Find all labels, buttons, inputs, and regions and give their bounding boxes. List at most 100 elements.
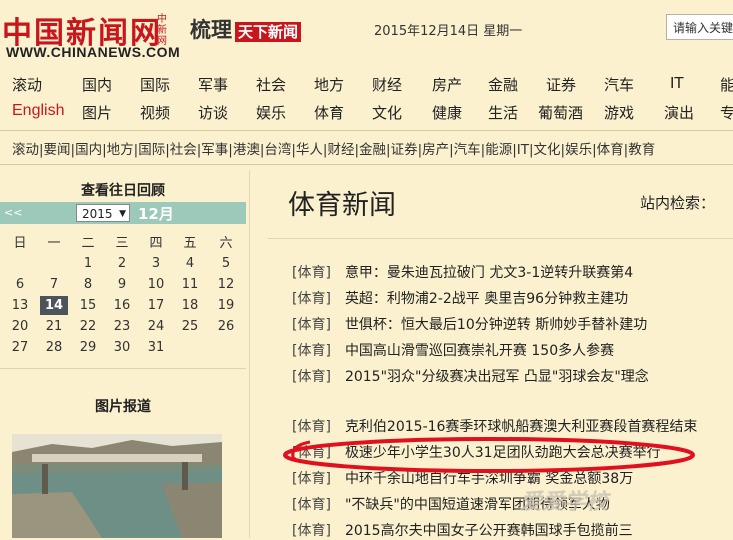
calendar-day[interactable]: 28 [40, 340, 68, 355]
news-photo[interactable] [12, 434, 222, 538]
calendar-day[interactable]: 2 [108, 256, 136, 271]
news-category-tag[interactable]: [体育] [292, 419, 331, 435]
chevron-down-icon: ▼ [119, 209, 126, 219]
news-item[interactable]: [体育] 克利伯2015-16赛季环球帆船赛澳大利亚赛段首赛程结束 [292, 416, 697, 436]
nav-item-9[interactable]: 葡萄酒 [538, 102, 583, 123]
nav-item-4[interactable]: 娱乐 [256, 102, 286, 123]
calendar-month: 12月 [138, 205, 174, 223]
calendar-day[interactable]: 6 [6, 277, 34, 292]
photo-section-title: 图片报道 [95, 399, 151, 415]
logo-side-text: 中新网 [157, 14, 167, 47]
nav-item-4[interactable]: 社会 [256, 74, 286, 95]
nav-item-10[interactable]: 游戏 [604, 102, 634, 123]
nav-item-2[interactable]: 视频 [140, 102, 170, 123]
nav-item-6[interactable]: 财经 [372, 74, 402, 95]
calendar-day[interactable]: 24 [142, 319, 170, 334]
calendar-day[interactable]: 29 [74, 340, 102, 355]
channel-subnav[interactable]: 滚动|要闻|国内|地方|国际|社会|军事|港澳|台湾|华人|财经|金融|证券|房… [12, 138, 655, 158]
calendar-day[interactable]: 1 [74, 256, 102, 271]
nav-item-11[interactable]: IT [670, 74, 684, 92]
nav-item-0[interactable]: English [12, 102, 64, 120]
calendar-prev-button[interactable]: << [4, 206, 22, 219]
calendar-day[interactable]: 11 [176, 277, 204, 292]
page-title: 体育新闻 [288, 190, 396, 221]
calendar-day[interactable]: 23 [108, 319, 136, 334]
news-headline-link[interactable]: 2015"羽众"分级赛决出冠军 凸显"羽球会友"理念 [345, 369, 649, 385]
nav-item-1[interactable]: 国内 [82, 74, 112, 95]
nav-item-8[interactable]: 金融 [488, 74, 518, 95]
nav-item-11[interactable]: 演出 [664, 102, 694, 123]
news-item[interactable]: [体育] 2015"羽众"分级赛决出冠军 凸显"羽球会友"理念 [292, 366, 649, 386]
calendar-day[interactable]: 30 [108, 340, 136, 355]
nav-item-0[interactable]: 滚动 [12, 74, 42, 95]
calendar-day[interactable]: 27 [6, 340, 34, 355]
calendar-day[interactable]: 19 [212, 298, 240, 313]
calendar-day[interactable]: 9 [108, 277, 136, 292]
nav-item-12[interactable]: 能 [720, 74, 733, 95]
news-category-tag[interactable]: [体育] [292, 291, 331, 307]
nav-item-7[interactable]: 房产 [432, 74, 462, 95]
calendar-day[interactable]: 16 [108, 298, 136, 313]
nav-item-10[interactable]: 汽车 [604, 74, 634, 95]
watermark: 爱爱学校 [520, 490, 609, 515]
news-headline-link[interactable]: 意甲：曼朱迪瓦拉破门 尤文3-1逆转升联赛第4 [345, 265, 633, 281]
calendar-day[interactable]: 20 [6, 319, 34, 334]
news-headline-link[interactable]: 英超：利物浦2-2战平 奥里吉96分钟救主建功 [345, 291, 628, 307]
nav-item-8[interactable]: 生活 [488, 102, 518, 123]
slogan-main: 梳理 [190, 17, 232, 42]
site-logo[interactable]: 中国新闻网 中新网 WWW.CHINANEWS.COM [0, 2, 180, 62]
year-select[interactable]: 2015 ▼ [76, 204, 130, 222]
nav-item-9[interactable]: 证券 [546, 74, 576, 95]
divider [0, 368, 246, 369]
nav-item-2[interactable]: 国际 [140, 74, 170, 95]
calendar-day[interactable]: 17 [142, 298, 170, 313]
calendar-day[interactable]: 31 [142, 340, 170, 355]
news-item[interactable]: [体育] 英超：利物浦2-2战平 奥里吉96分钟救主建功 [292, 288, 628, 308]
column-divider [249, 170, 250, 538]
calendar-day[interactable]: 5 [212, 256, 240, 271]
calendar-day[interactable]: 13 [6, 298, 34, 313]
calendar-day[interactable]: 22 [74, 319, 102, 334]
news-headline-link[interactable]: 克利伯2015-16赛季环球帆船赛澳大利亚赛段首赛程结束 [345, 419, 698, 435]
nav-item-5[interactable]: 体育 [314, 102, 344, 123]
news-headline-link[interactable]: 世俱杯：恒大最后10分钟逆转 斯帅妙手替补建功 [345, 317, 647, 333]
news-category-tag[interactable]: [体育] [292, 317, 331, 333]
calendar-grid: 日一二三四五六 1 2 3 4 5 6 7 8 9 10 11 12 13 14 15 16 17 18 19 20 21… [6, 232, 242, 362]
news-item[interactable]: [体育] 2015高尔夫中国女子公开赛韩国球手包揽前三 [292, 520, 633, 540]
calendar-day-today[interactable]: 14 [40, 296, 68, 315]
calendar-day[interactable]: 4 [176, 256, 204, 271]
news-category-tag[interactable]: [体育] [292, 369, 331, 385]
nav-item-3[interactable]: 访谈 [198, 102, 228, 123]
calendar-day[interactable]: 26 [212, 319, 240, 334]
calendar-day[interactable]: 18 [176, 298, 204, 313]
nav-item-7[interactable]: 健康 [432, 102, 462, 123]
nav-item-6[interactable]: 文化 [372, 102, 402, 123]
calendar-weekday: 日 [13, 236, 27, 251]
news-category-tag[interactable]: [体育] [292, 343, 331, 359]
news-category-tag[interactable]: [体育] [292, 497, 331, 513]
news-category-tag[interactable]: [体育] [292, 265, 331, 281]
nav-item-1[interactable]: 图片 [82, 102, 112, 123]
slogan-red-badge: 天下新闻 [235, 22, 302, 42]
news-headline-link[interactable]: 中国高山滑雪巡回赛崇礼开赛 150多人参赛 [345, 343, 614, 359]
calendar-weekday: 五 [183, 236, 197, 251]
nav-item-3[interactable]: 军事 [198, 74, 228, 95]
calendar-day[interactable]: 10 [142, 277, 170, 292]
news-headline-link[interactable]: 2015高尔夫中国女子公开赛韩国球手包揽前三 [345, 523, 633, 539]
news-category-tag[interactable]: [体育] [292, 523, 331, 539]
calendar-day[interactable]: 15 [74, 298, 102, 313]
search-input[interactable]: 请输入关键 [666, 14, 733, 40]
news-item[interactable]: [体育] 意甲：曼朱迪瓦拉破门 尤文3-1逆转升联赛第4 [292, 262, 633, 282]
calendar-day[interactable]: 12 [212, 277, 240, 292]
divider [0, 130, 733, 131]
calendar-day[interactable]: 7 [40, 277, 68, 292]
news-item[interactable]: [体育] 中国高山滑雪巡回赛崇礼开赛 150多人参赛 [292, 340, 614, 360]
news-item[interactable]: [体育] 世俱杯：恒大最后10分钟逆转 斯帅妙手替补建功 [292, 314, 647, 334]
calendar-day[interactable]: 3 [142, 256, 170, 271]
calendar-day[interactable]: 21 [40, 319, 68, 334]
calendar-day[interactable]: 8 [74, 277, 102, 292]
nav-item-5[interactable]: 地方 [314, 74, 344, 95]
calendar-day[interactable]: 25 [176, 319, 204, 334]
nav-item-12[interactable]: 专 [720, 102, 733, 123]
calendar-weekday: 三 [115, 236, 129, 251]
